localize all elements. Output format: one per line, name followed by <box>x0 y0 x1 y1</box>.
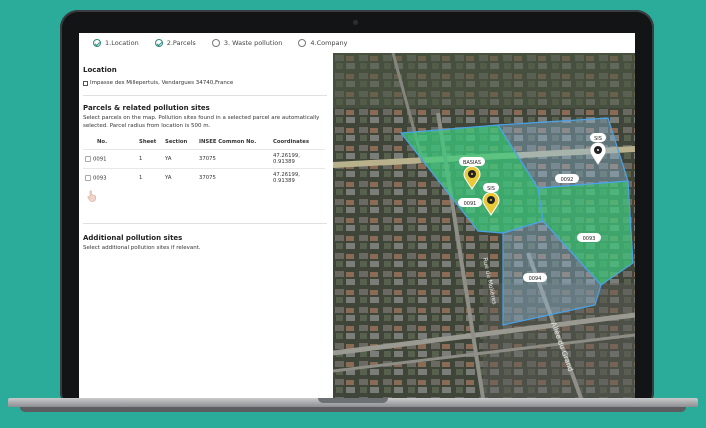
col-coordinates: Coordinates <box>273 139 310 145</box>
parcel-label-0091: 0091 <box>458 198 482 207</box>
svg-text:0094: 0094 <box>529 276 542 282</box>
cell-coordinates: 47.26199, 0.91389 <box>271 149 325 169</box>
details-panel: Location Impasse des Millepertuis, Venda… <box>79 53 333 398</box>
cell-section: YA <box>163 149 197 169</box>
camera <box>353 20 358 25</box>
cell-sheet: 1 <box>137 149 163 169</box>
laptop-base <box>0 398 706 428</box>
parcel-label-0092: 0092 <box>555 174 579 183</box>
cell-insee: 37075 <box>197 168 271 187</box>
step-label: 3. Waste pollution <box>223 39 283 47</box>
cell-section: YA <box>163 168 197 187</box>
laptop-notch <box>318 398 388 403</box>
step-label: 2.Parcels <box>166 39 196 47</box>
svg-text:0093: 0093 <box>583 236 596 242</box>
svg-text:0091: 0091 <box>464 201 477 207</box>
parcels-table: No. Sheet Section INSEE Common No. Coord… <box>83 135 325 187</box>
calendar-icon <box>83 81 88 87</box>
divider <box>83 223 327 224</box>
svg-text:0092: 0092 <box>561 177 574 183</box>
cell-no: 0093 <box>93 175 107 182</box>
laptop-frame: 1.Location 2.Parcels 3. Waste pollution … <box>60 10 654 420</box>
col-no: No. <box>97 139 108 145</box>
additional-title: Additional pollution sites <box>83 234 183 242</box>
empty-circle-icon <box>211 39 220 47</box>
additional-description: Select additional pollution sites if rel… <box>83 245 201 251</box>
pointer-hand-icon <box>87 190 96 202</box>
table-row[interactable]: 0091 1 YA 37075 47.26199, 0.91389 <box>83 149 325 169</box>
col-insee: INSEE Common No. <box>199 139 257 145</box>
step-parcels[interactable]: 2.Parcels <box>154 39 196 47</box>
address-text: Impasse des Millepertuis, Vendargues 347… <box>90 80 234 86</box>
cell-insee: 37075 <box>197 149 271 169</box>
svg-text:SIS: SIS <box>594 136 602 142</box>
satellite-map[interactable]: 0092 0091 0093 0094 BASIAS SIS SIS Rue d… <box>333 53 635 398</box>
step-company[interactable]: 4.Company <box>298 39 348 47</box>
step-label: 4.Company <box>310 39 348 47</box>
cell-no: 0091 <box>93 156 107 163</box>
laptop-bezel: 1.Location 2.Parcels 3. Waste pollution … <box>60 10 654 410</box>
parcels-description: Select parcels on the map. Pollution sit… <box>83 115 320 129</box>
check-circle-icon <box>93 39 101 47</box>
svg-text:SIS: SIS <box>487 186 495 192</box>
laptop-base-bottom <box>20 407 686 412</box>
col-section: Section <box>165 139 188 145</box>
location-title: Location <box>83 66 117 74</box>
col-sheet: Sheet <box>139 139 157 145</box>
step-progress-bar: 1.Location 2.Parcels 3. Waste pollution … <box>79 33 635 54</box>
svg-text:BASIAS: BASIAS <box>463 160 481 166</box>
row-checkbox[interactable] <box>85 155 91 162</box>
map-canvas[interactable]: 0092 0091 0093 0094 BASIAS SIS SIS Rue d… <box>333 53 635 398</box>
check-circle-icon <box>154 39 163 47</box>
cell-sheet: 1 <box>137 168 163 187</box>
empty-circle-icon <box>298 39 307 47</box>
parcels-title: Parcels & related pollution sites <box>83 104 210 112</box>
table-row[interactable]: 0093 1 YA 37075 47.26199, 0.91389 <box>83 168 325 187</box>
step-label: 1.Location <box>105 39 139 47</box>
vegetation-area <box>333 53 635 108</box>
cell-coordinates: 47.26199, 0.91389 <box>271 168 325 187</box>
table-header-row: No. Sheet Section INSEE Common No. Coord… <box>83 135 325 150</box>
app-screen: 1.Location 2.Parcels 3. Waste pollution … <box>79 33 635 398</box>
location-address: Impasse des Millepertuis, Vendargues 347… <box>83 80 233 88</box>
divider <box>83 95 327 96</box>
step-location[interactable]: 1.Location <box>93 39 139 47</box>
parcel-label-0094: 0094 <box>523 273 547 282</box>
row-checkbox[interactable] <box>85 174 91 181</box>
parcel-label-0093: 0093 <box>577 233 601 242</box>
step-waste-pollution[interactable]: 3. Waste pollution <box>211 39 283 47</box>
